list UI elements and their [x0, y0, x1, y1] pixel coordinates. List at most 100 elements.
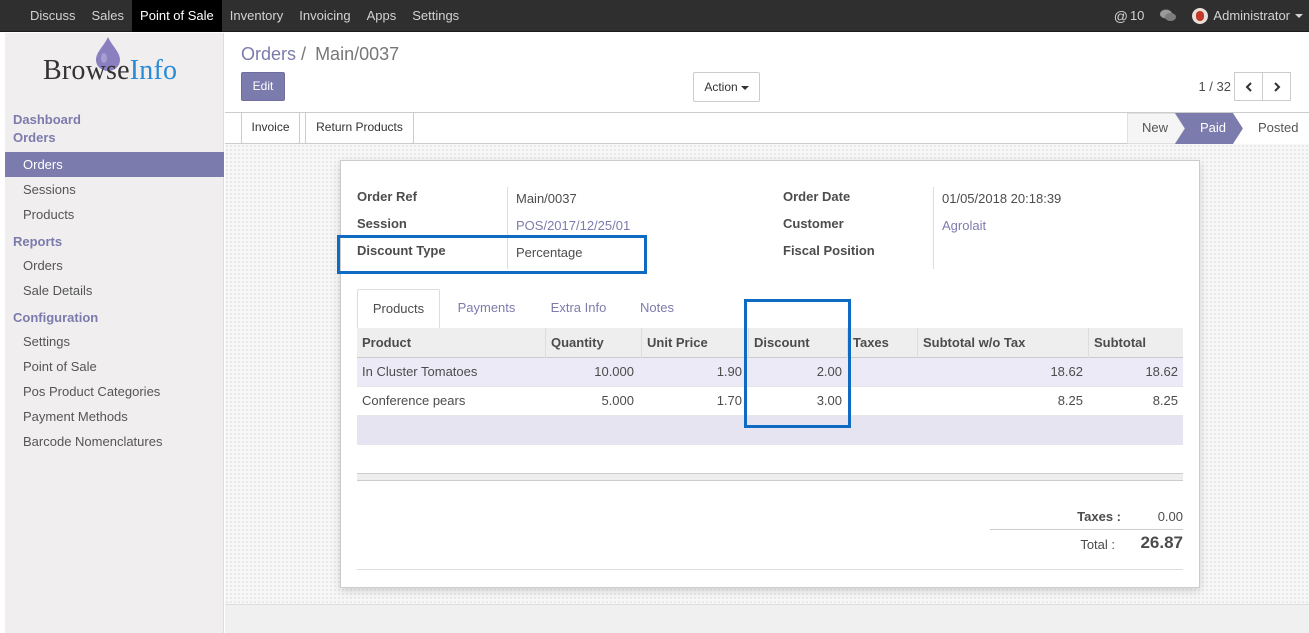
- cell-quantity: 5.000: [601, 393, 634, 408]
- form-sheet: Order Ref Main/0037 Session POS/2017/12/…: [337, 160, 1200, 588]
- sidebar-section-dashboard[interactable]: Dashboard: [5, 111, 224, 129]
- breadcrumb-current: Main/0037: [315, 44, 400, 64]
- sidebar-item-report-orders[interactable]: Orders: [5, 253, 224, 278]
- tab-extra-info[interactable]: Extra Info: [537, 289, 620, 329]
- menu-settings[interactable]: Settings: [404, 0, 467, 32]
- chevron-right-icon: [1273, 81, 1280, 92]
- stage-posted[interactable]: Posted: [1258, 113, 1298, 144]
- tab-products[interactable]: Products: [357, 289, 440, 329]
- mentions-button[interactable]: @ 10: [1106, 0, 1153, 32]
- order-date-value: 01/05/2018 20:18:39: [942, 191, 1062, 206]
- cell-unit-price: 1.70: [716, 393, 742, 408]
- col-taxes[interactable]: Taxes: [847, 328, 917, 358]
- stage-new[interactable]: New: [1142, 113, 1168, 144]
- logo-text: BrowseInfo: [43, 55, 178, 86]
- user-name: Administrator: [1213, 8, 1290, 23]
- cell-product: Conference pears: [362, 393, 466, 408]
- customer-label: Customer: [783, 216, 844, 231]
- cell-taxes: [852, 358, 912, 387]
- order-date-label: Order Date: [783, 189, 851, 204]
- menu-apps[interactable]: Apps: [359, 0, 405, 32]
- pager-next-button[interactable]: [1262, 72, 1291, 101]
- menu-inventory[interactable]: Inventory: [222, 0, 291, 32]
- grand-total-label: Total :: [1080, 537, 1115, 552]
- col-unit-price[interactable]: Unit Price: [641, 328, 748, 358]
- messages-button[interactable]: [1152, 9, 1184, 23]
- sidebar-item-sale-details[interactable]: Sale Details: [5, 278, 224, 303]
- sidebar-item-pos-product-categories[interactable]: Pos Product Categories: [5, 379, 224, 404]
- control-panel: Orders / Main/0037 Edit Action 1 / 32: [225, 33, 1309, 113]
- totals-divider: [990, 529, 1183, 530]
- sidebar-item-barcode-nomenclatures[interactable]: Barcode Nomenclatures: [5, 429, 224, 454]
- invoice-button[interactable]: Invoice: [241, 113, 300, 144]
- top-navbar: Discuss Sales Point of Sale Inventory In…: [0, 0, 1309, 32]
- cell-unit-price: 1.90: [716, 364, 742, 379]
- at-icon: @: [1113, 8, 1128, 24]
- systray: @ 10 Administrator: [1106, 0, 1309, 32]
- cell-subtotal-wo-tax: 8.25: [1057, 393, 1083, 408]
- discount-type-highlight: [337, 235, 647, 274]
- action-dropdown[interactable]: Action: [693, 72, 760, 102]
- caret-down-icon: [740, 85, 749, 90]
- stage-paid[interactable]: Paid: [1200, 113, 1226, 144]
- col-product[interactable]: Product: [357, 328, 545, 358]
- cell-product: In Cluster Tomatoes: [362, 364, 478, 379]
- sidebar-item-sessions[interactable]: Sessions: [5, 177, 224, 202]
- sidebar-section-configuration[interactable]: Configuration: [5, 309, 224, 327]
- cell-quantity: 10.000: [594, 364, 634, 379]
- cell-subtotal-wo-tax: 18.62: [1050, 364, 1083, 379]
- sidebar-section-orders[interactable]: Orders: [5, 129, 224, 147]
- cell-subtotal: 18.62: [1145, 364, 1178, 379]
- taxes-total-label: Taxes :: [1077, 509, 1121, 524]
- discount-column-highlight: [744, 299, 851, 428]
- order-ref-label: Order Ref: [357, 189, 417, 204]
- cell-taxes: [852, 387, 912, 416]
- sidebar-item-payment-methods[interactable]: Payment Methods: [5, 404, 224, 429]
- action-label: Action: [704, 80, 738, 94]
- sidebar-item-point-of-sale[interactable]: Point of Sale: [5, 354, 224, 379]
- session-link[interactable]: POS/2017/12/25/01: [516, 218, 630, 233]
- sidebar-nav: Dashboard Orders Orders Sessions Product…: [5, 111, 224, 454]
- field-divider: [933, 187, 934, 269]
- table-footer: [357, 473, 1183, 481]
- pager-previous-button[interactable]: [1234, 72, 1263, 101]
- menu-invoicing[interactable]: Invoicing: [291, 0, 358, 32]
- breadcrumb-orders[interactable]: Orders: [241, 44, 296, 64]
- sidebar-section-reports[interactable]: Reports: [5, 233, 224, 251]
- sidebar-item-settings[interactable]: Settings: [5, 329, 224, 354]
- pager: 1 / 32: [1198, 72, 1291, 101]
- col-quantity[interactable]: Quantity: [545, 328, 641, 358]
- pager-value[interactable]: 1 / 32: [1198, 79, 1231, 94]
- sheet-divider: [357, 569, 1183, 570]
- app-menu: Discuss Sales Point of Sale Inventory In…: [22, 0, 467, 32]
- col-subtotal[interactable]: Subtotal: [1088, 328, 1183, 358]
- menu-sales[interactable]: Sales: [84, 0, 133, 32]
- sidebar-item-orders[interactable]: Orders: [5, 152, 224, 177]
- order-ref-value: Main/0037: [516, 191, 577, 206]
- col-subtotal-wo-tax[interactable]: Subtotal w/o Tax: [917, 328, 1088, 358]
- tab-notes[interactable]: Notes: [623, 289, 691, 329]
- taxes-total-value: 0.00: [1157, 509, 1183, 524]
- menu-point-of-sale[interactable]: Point of Sale: [132, 0, 222, 32]
- caret-down-icon: [1295, 14, 1303, 18]
- cell-subtotal: 8.25: [1152, 393, 1178, 408]
- avatar: [1192, 8, 1209, 24]
- menu-discuss[interactable]: Discuss: [22, 0, 84, 32]
- breadcrumb: Orders / Main/0037: [241, 44, 399, 65]
- fiscal-position-label: Fiscal Position: [783, 243, 875, 258]
- mentions-count: 10: [1129, 8, 1145, 23]
- form-statusbar: Invoice Return Products New Paid Posted: [225, 113, 1309, 144]
- chat-icon: [1160, 9, 1177, 21]
- session-label: Session: [357, 216, 407, 231]
- edit-button[interactable]: Edit: [241, 72, 285, 101]
- return-products-button[interactable]: Return Products: [305, 113, 414, 144]
- sidebar: BrowseInfo Dashboard Orders Orders Sessi…: [5, 33, 224, 633]
- chatter-area: [225, 604, 1309, 633]
- customer-link[interactable]: Agrolait: [942, 218, 986, 233]
- sidebar-item-products[interactable]: Products: [5, 202, 224, 227]
- company-logo[interactable]: BrowseInfo: [5, 33, 224, 107]
- breadcrumb-separator: /: [301, 44, 307, 64]
- tab-payments[interactable]: Payments: [445, 289, 528, 329]
- user-menu[interactable]: Administrator: [1184, 0, 1309, 32]
- chevron-left-icon: [1245, 81, 1252, 92]
